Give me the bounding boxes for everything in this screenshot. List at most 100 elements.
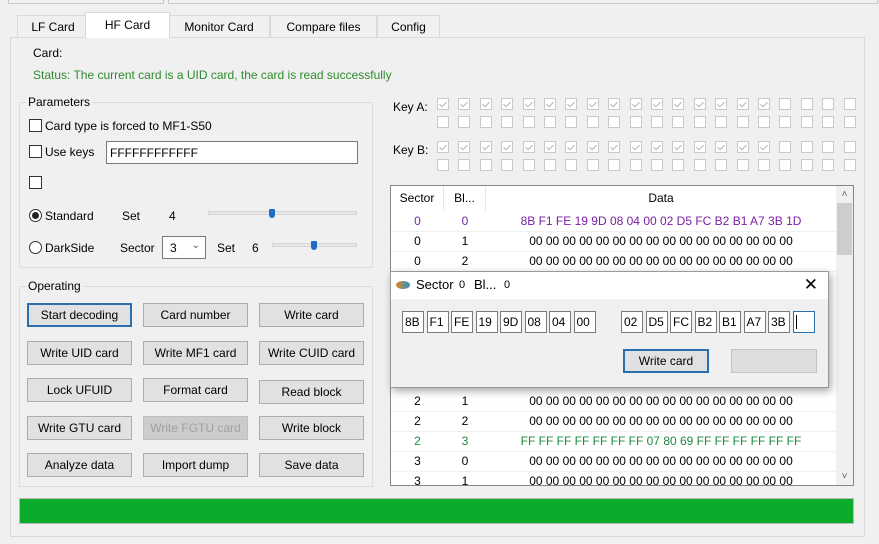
key-a-sector-0-checkbox[interactable]: [437, 98, 449, 110]
key-a-sector-13-checkbox[interactable]: [715, 116, 728, 128]
key-a-sector-12-checkbox[interactable]: [693, 116, 706, 128]
byte-input-6[interactable]: 04: [549, 311, 571, 333]
byte-input-4[interactable]: 9D: [500, 311, 522, 333]
tab-hf-card[interactable]: HF Card: [85, 12, 170, 38]
scroll-up-icon[interactable]: ˄: [836, 186, 853, 203]
key-b-sector-12-checkbox[interactable]: [693, 141, 706, 153]
save-data-button[interactable]: Save data: [259, 453, 364, 477]
key-a-sector-13-checkbox[interactable]: [715, 98, 728, 110]
key-a-sector-16-checkbox[interactable]: [779, 98, 792, 110]
table-row[interactable]: 0 1 00 00 00 00 00 00 00 00 00 00 00 00 …: [391, 232, 836, 252]
key-a-sector-2-checkbox[interactable]: [479, 98, 492, 110]
write-cuid-card-button[interactable]: Write CUID card: [259, 341, 364, 365]
key-a-sector-2-checkbox[interactable]: [479, 116, 492, 128]
key-a-sector-9-checkbox[interactable]: [629, 116, 642, 128]
tab-monitor-card[interactable]: Monitor Card: [168, 15, 270, 37]
key-b-sector-16-checkbox[interactable]: [779, 159, 792, 171]
byte-input-0[interactable]: 8B: [402, 311, 424, 333]
write-block-button[interactable]: Write block: [259, 416, 364, 440]
key-a-sector-7-checkbox[interactable]: [586, 98, 599, 110]
key-a-sector-6-checkbox[interactable]: [565, 116, 578, 128]
card-number-button[interactable]: Card number: [143, 303, 248, 327]
byte-input-5[interactable]: 08: [524, 311, 547, 333]
key-b-sector-11-checkbox[interactable]: [672, 159, 685, 171]
table-row[interactable]: 0 0 8B F1 FE 19 9D 08 04 00 02 D5 FC B2 …: [391, 212, 836, 232]
tab-lf-card[interactable]: LF Card: [17, 15, 89, 37]
key-a-sector-7-checkbox[interactable]: [586, 116, 599, 128]
byte-input-11[interactable]: B2: [694, 311, 717, 333]
key-b-sector-14-checkbox[interactable]: [736, 159, 749, 171]
darkside-slider-thumb[interactable]: [311, 241, 317, 250]
use-keys-checkbox[interactable]: [29, 145, 42, 158]
header-data[interactable]: Data: [486, 186, 836, 211]
key-b-sector-19-checkbox[interactable]: [843, 159, 856, 171]
key-a-sector-11-checkbox[interactable]: [672, 98, 685, 110]
key-a-sector-10-checkbox[interactable]: [651, 116, 663, 128]
table-row[interactable]: 3 1 00 00 00 00 00 00 00 00 00 00 00 00 …: [391, 472, 836, 485]
key-b-sector-3-checkbox[interactable]: [501, 141, 514, 153]
byte-input-15[interactable]: [792, 311, 815, 333]
key-a-sector-19-checkbox[interactable]: [843, 116, 856, 128]
keys-input[interactable]: [106, 141, 358, 164]
sector-select[interactable]: 3 ⌄: [162, 236, 206, 259]
start-decoding-button[interactable]: Start decoding: [27, 303, 132, 327]
key-b-sector-6-checkbox[interactable]: [565, 159, 578, 171]
key-b-sector-12-checkbox[interactable]: [693, 159, 706, 171]
key-a-sector-4-checkbox[interactable]: [522, 98, 535, 110]
header-block[interactable]: Bl...: [444, 186, 486, 211]
key-b-sector-9-checkbox[interactable]: [629, 141, 642, 153]
key-a-sector-8-checkbox[interactable]: [608, 116, 621, 128]
key-b-sector-4-checkbox[interactable]: [522, 159, 535, 171]
key-b-sector-13-checkbox[interactable]: [715, 159, 728, 171]
key-a-sector-12-checkbox[interactable]: [693, 98, 706, 110]
byte-input-9[interactable]: D5: [645, 311, 668, 333]
key-a-sector-16-checkbox[interactable]: [779, 116, 792, 128]
byte-input-12[interactable]: B1: [719, 311, 741, 333]
key-a-sector-17-checkbox[interactable]: [800, 98, 813, 110]
write-gtu-card-button[interactable]: Write GTU card: [27, 416, 132, 440]
key-b-sector-2-checkbox[interactable]: [479, 141, 492, 153]
key-b-sector-15-checkbox[interactable]: [758, 141, 770, 153]
byte-input-1[interactable]: F1: [426, 311, 449, 333]
key-b-sector-1-checkbox[interactable]: [458, 159, 471, 171]
key-b-sector-7-checkbox[interactable]: [586, 141, 599, 153]
key-a-sector-10-checkbox[interactable]: [651, 98, 663, 110]
key-b-sector-16-checkbox[interactable]: [779, 141, 792, 153]
tab-config[interactable]: Config: [377, 15, 440, 37]
key-b-sector-8-checkbox[interactable]: [608, 141, 621, 153]
byte-input-2[interactable]: FE: [451, 311, 473, 333]
key-b-sector-5-checkbox[interactable]: [544, 159, 556, 171]
byte-input-7[interactable]: 00: [573, 311, 596, 333]
key-a-sector-3-checkbox[interactable]: [501, 98, 514, 110]
key-a-sector-14-checkbox[interactable]: [736, 116, 749, 128]
scroll-thumb[interactable]: [837, 203, 852, 255]
key-b-sector-15-checkbox[interactable]: [758, 159, 770, 171]
key-a-sector-15-checkbox[interactable]: [758, 116, 770, 128]
byte-input-10[interactable]: FC: [670, 311, 692, 333]
key-b-sector-6-checkbox[interactable]: [565, 141, 578, 153]
read-block-button[interactable]: Read block: [259, 380, 364, 404]
key-a-sector-14-checkbox[interactable]: [736, 98, 749, 110]
key-a-sector-17-checkbox[interactable]: [800, 116, 813, 128]
byte-input-8[interactable]: 02: [621, 311, 643, 333]
key-b-sector-17-checkbox[interactable]: [800, 159, 813, 171]
key-a-sector-1-checkbox[interactable]: [458, 98, 471, 110]
key-a-sector-4-checkbox[interactable]: [522, 116, 535, 128]
key-b-sector-14-checkbox[interactable]: [736, 141, 749, 153]
key-b-sector-2-checkbox[interactable]: [479, 159, 492, 171]
force-type-checkbox[interactable]: [29, 119, 42, 132]
tab-compare-files[interactable]: Compare files: [270, 15, 377, 37]
dialog-write-card-button[interactable]: Write card: [623, 349, 709, 373]
key-a-sector-9-checkbox[interactable]: [629, 98, 642, 110]
byte-input-14[interactable]: 3B: [768, 311, 790, 333]
key-b-sector-17-checkbox[interactable]: [800, 141, 813, 153]
key-b-sector-13-checkbox[interactable]: [715, 141, 728, 153]
scrollbar[interactable]: ˄ ˅: [836, 186, 853, 485]
table-row[interactable]: 2 1 00 00 00 00 00 00 00 00 00 00 00 00 …: [391, 392, 836, 412]
standard-slider[interactable]: [208, 211, 357, 215]
byte-input-13[interactable]: A7: [743, 311, 766, 333]
key-b-sector-0-checkbox[interactable]: [437, 141, 449, 153]
key-a-sector-5-checkbox[interactable]: [544, 116, 556, 128]
key-a-sector-0-checkbox[interactable]: [437, 116, 449, 128]
lock-ufuid-button[interactable]: Lock UFUID: [27, 378, 132, 402]
